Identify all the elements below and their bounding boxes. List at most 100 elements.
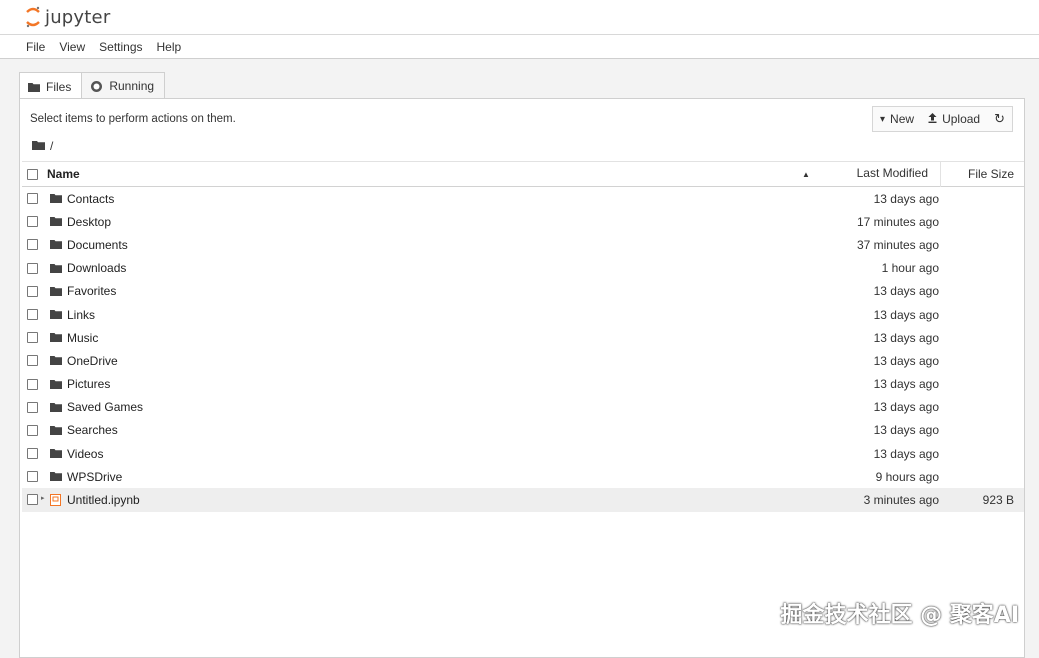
file-row[interactable]: Saved Games 13 days ago xyxy=(22,396,1024,419)
file-name[interactable]: Documents xyxy=(67,238,128,252)
file-name[interactable]: Saved Games xyxy=(67,400,143,414)
file-row[interactable]: Desktop 17 minutes ago xyxy=(22,210,1024,233)
folder-icon xyxy=(50,332,62,343)
folder-icon xyxy=(50,309,62,319)
folder-icon xyxy=(50,471,62,482)
file-name[interactable]: Pictures xyxy=(67,377,110,391)
folder-icon xyxy=(50,263,62,273)
file-modified: 13 days ago xyxy=(873,284,939,299)
menu-file[interactable]: File xyxy=(26,40,45,54)
row-checkbox[interactable] xyxy=(27,239,38,251)
folder-icon xyxy=(50,286,62,296)
upload-icon xyxy=(928,112,937,126)
refresh-button[interactable]: ↻ xyxy=(987,107,1012,131)
file-name[interactable]: Links xyxy=(67,308,95,322)
file-name[interactable]: Favorites xyxy=(67,284,116,298)
file-rows: Contacts 13 days ago Desktop 17 minutes ago… xyxy=(22,187,1024,512)
notebook-icon xyxy=(50,494,61,507)
row-checkbox[interactable] xyxy=(27,332,38,344)
folder-icon xyxy=(50,216,62,227)
caret-right-icon: ▸ xyxy=(41,495,45,503)
folder-icon xyxy=(50,402,62,412)
file-name[interactable]: OneDrive xyxy=(67,354,118,368)
file-name[interactable]: Searches xyxy=(67,423,118,437)
tab-running-label: Running xyxy=(109,79,155,93)
file-size: 923 B xyxy=(982,493,1014,508)
file-modified: 13 days ago xyxy=(873,400,939,415)
file-name[interactable]: Music xyxy=(67,331,98,345)
file-row[interactable]: ▸ Untitled.ipynb 3 minutes ago 923 B xyxy=(22,488,1024,512)
breadcrumb: / xyxy=(32,139,53,153)
menu-view[interactable]: View xyxy=(59,40,85,54)
row-checkbox[interactable] xyxy=(27,216,38,228)
jupyter-logo[interactable]: jupyter xyxy=(25,4,110,30)
row-checkbox[interactable] xyxy=(27,355,38,367)
file-modified: 13 days ago xyxy=(873,330,939,345)
row-checkbox[interactable] xyxy=(27,262,38,274)
new-button[interactable]: ▾ New xyxy=(873,107,921,131)
row-checkbox[interactable] xyxy=(27,401,38,413)
tab-running[interactable]: Running xyxy=(81,72,166,99)
select-all-checkbox[interactable] xyxy=(27,169,38,180)
file-row[interactable]: Documents 37 minutes ago xyxy=(22,233,1024,256)
file-modified: 17 minutes ago xyxy=(856,214,939,229)
file-row[interactable]: Music 13 days ago xyxy=(22,326,1024,349)
file-row[interactable]: Contacts 13 days ago xyxy=(22,187,1024,210)
file-row[interactable]: OneDrive 13 days ago xyxy=(22,349,1024,372)
row-checkbox[interactable] xyxy=(27,285,38,297)
folder-icon[interactable] xyxy=(32,139,45,153)
file-modified: 3 minutes ago xyxy=(863,493,939,508)
file-name[interactable]: Untitled.ipynb xyxy=(67,493,140,507)
file-row[interactable]: Links 13 days ago xyxy=(22,303,1024,326)
file-modified: 13 days ago xyxy=(873,446,939,461)
file-modified: 13 days ago xyxy=(873,191,939,206)
row-checkbox[interactable] xyxy=(27,424,38,436)
file-modified: 1 hour ago xyxy=(881,261,939,276)
caret-down-icon: ▾ xyxy=(880,113,886,125)
menu-help[interactable]: Help xyxy=(157,40,182,54)
file-row[interactable]: Favorites 13 days ago xyxy=(22,280,1024,303)
file-name[interactable]: WPSDrive xyxy=(67,470,122,484)
row-checkbox[interactable] xyxy=(27,448,38,460)
file-name[interactable]: Desktop xyxy=(67,215,111,229)
name-column-header[interactable]: Name xyxy=(47,167,80,181)
file-list: Name ▲ Last Modified File Size Contacts 1… xyxy=(22,161,1024,512)
sort-asc-icon[interactable]: ▲ xyxy=(802,170,810,179)
app-header: jupyter xyxy=(0,0,1039,34)
watermark: 掘金技术社区 @ 聚客AI xyxy=(780,603,1019,628)
new-button-label: New xyxy=(890,112,915,126)
file-row[interactable]: WPSDrive 9 hours ago xyxy=(22,465,1024,488)
menu-settings[interactable]: Settings xyxy=(99,40,142,54)
folder-icon xyxy=(50,355,62,366)
file-name[interactable]: Videos xyxy=(67,447,103,461)
file-row[interactable]: Pictures 13 days ago xyxy=(22,373,1024,396)
row-checkbox[interactable] xyxy=(27,494,38,506)
file-name[interactable]: Contacts xyxy=(67,192,114,206)
file-toolbar: ▾ New Upload ↻ xyxy=(872,106,1013,132)
breadcrumb-root[interactable]: / xyxy=(50,139,53,153)
size-column-header[interactable]: File Size xyxy=(968,162,1014,187)
file-row[interactable]: Searches 13 days ago xyxy=(22,419,1024,442)
row-checkbox[interactable] xyxy=(27,308,38,320)
folder-icon xyxy=(50,379,62,389)
modified-column-header[interactable]: Last Modified xyxy=(822,161,941,187)
upload-button[interactable]: Upload xyxy=(921,107,987,131)
file-modified: 9 hours ago xyxy=(875,469,939,484)
tab-bar: Files Running xyxy=(19,72,166,100)
selection-hint: Select items to perform actions on them. xyxy=(30,113,236,125)
row-checkbox[interactable] xyxy=(27,193,38,204)
file-name[interactable]: Downloads xyxy=(67,261,126,275)
file-modified: 13 days ago xyxy=(873,377,939,392)
folder-icon xyxy=(50,448,62,459)
running-icon xyxy=(90,80,103,93)
refresh-icon: ↻ xyxy=(994,111,1005,126)
tab-files-label: Files xyxy=(46,79,72,94)
row-checkbox[interactable] xyxy=(27,471,38,483)
file-list-header: Name ▲ Last Modified File Size xyxy=(22,161,1024,187)
row-checkbox[interactable] xyxy=(27,378,38,390)
file-row[interactable]: Videos 13 days ago xyxy=(22,442,1024,465)
file-browser-panel: Select items to perform actions on them.… xyxy=(19,98,1025,658)
tab-files[interactable]: Files xyxy=(19,72,83,100)
folder-icon xyxy=(50,239,62,250)
file-row[interactable]: Downloads 1 hour ago xyxy=(22,257,1024,280)
